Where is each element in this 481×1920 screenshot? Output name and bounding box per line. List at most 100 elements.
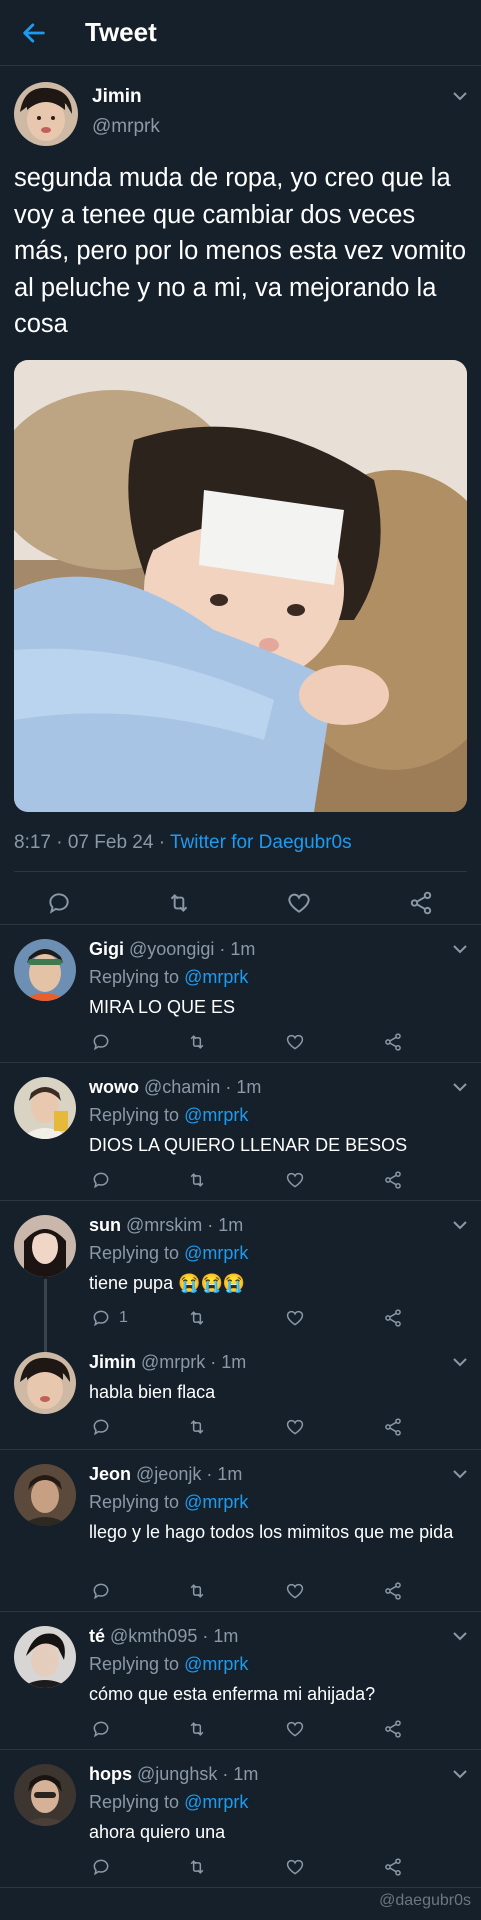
- like-icon[interactable]: [285, 1032, 305, 1052]
- reply-time: · 1m: [214, 939, 256, 959]
- reply-author-name[interactable]: Jeon: [89, 1464, 131, 1484]
- reply-tweet[interactable]: té @kmth095 · 1m Replying to @mrprk cómo…: [0, 1612, 481, 1750]
- retweet-icon[interactable]: [187, 1170, 207, 1190]
- reply-icon[interactable]: [91, 1308, 111, 1328]
- reply-author-name[interactable]: wowo: [89, 1077, 139, 1097]
- reply-author-handle[interactable]: @kmth095: [110, 1626, 197, 1646]
- retweet-icon[interactable]: [187, 1719, 207, 1739]
- chevron-down-icon[interactable]: [452, 90, 468, 102]
- reply-author-name[interactable]: Gigi: [89, 939, 124, 959]
- avatar[interactable]: [14, 1352, 76, 1414]
- reply-time: · 1m: [197, 1626, 239, 1646]
- reply-actions: 1: [89, 1308, 419, 1332]
- reply-author-handle[interactable]: @yoongigi: [129, 939, 214, 959]
- watermark: @daegubr0s: [379, 1892, 471, 1909]
- reply-mention-link[interactable]: @mrprk: [184, 967, 248, 987]
- share-icon[interactable]: [383, 1857, 403, 1877]
- reply-header: Jeon @jeonjk · 1m: [89, 1464, 242, 1485]
- tweet-source-link[interactable]: Twitter for Daegubr0s: [170, 832, 352, 853]
- reply-icon[interactable]: [91, 1581, 111, 1601]
- reply-author-handle[interactable]: @mrskim: [126, 1215, 202, 1235]
- replying-to-label: Replying to: [89, 1792, 185, 1812]
- reply-mention-link[interactable]: @mrprk: [184, 1654, 248, 1674]
- reply-mention-link[interactable]: @mrprk: [184, 1492, 248, 1512]
- reply-author-name[interactable]: hops: [89, 1764, 132, 1784]
- reply-tweet[interactable]: Jimin @mrprk · 1m habla bien flaca: [0, 1338, 481, 1450]
- share-icon[interactable]: [383, 1417, 403, 1437]
- author-handle[interactable]: @mrprk: [92, 116, 160, 138]
- reply-text: ahora quiero una: [89, 1822, 226, 1842]
- avatar[interactable]: [14, 1464, 76, 1526]
- reply-author-name[interactable]: té: [89, 1626, 105, 1646]
- page-title: Tweet: [85, 17, 157, 47]
- reply-author-name[interactable]: Jimin: [89, 1352, 136, 1372]
- like-icon[interactable]: [285, 1857, 305, 1877]
- reply-mention-link[interactable]: @mrprk: [184, 1792, 248, 1812]
- avatar[interactable]: [14, 1626, 76, 1688]
- share-icon[interactable]: [383, 1032, 403, 1052]
- reply-text: cómo que esta enferma mi ahijada?: [89, 1684, 376, 1704]
- reply-author-handle[interactable]: @mrprk: [141, 1352, 205, 1372]
- share-icon[interactable]: [408, 890, 434, 916]
- reply-time: · 1m: [217, 1764, 259, 1784]
- reply-author-handle[interactable]: @junghsk: [137, 1764, 217, 1784]
- tweet-photo[interactable]: [14, 360, 467, 812]
- reply-icon[interactable]: [91, 1170, 111, 1190]
- reply-actions: [89, 1581, 419, 1605]
- share-icon[interactable]: [383, 1170, 403, 1190]
- reply-actions: [89, 1417, 419, 1441]
- replying-to-label: Replying to: [89, 1654, 185, 1674]
- reply-tweet[interactable]: sun @mrskim · 1m Replying to @mrprk tien…: [0, 1201, 481, 1359]
- avatar[interactable]: [14, 1215, 76, 1277]
- chevron-down-icon[interactable]: [452, 1219, 468, 1231]
- like-icon[interactable]: [285, 1581, 305, 1601]
- like-icon[interactable]: [285, 1719, 305, 1739]
- share-icon[interactable]: [383, 1308, 403, 1328]
- retweet-icon[interactable]: [187, 1308, 207, 1328]
- reply-icon[interactable]: [91, 1032, 111, 1052]
- like-icon[interactable]: [285, 1417, 305, 1437]
- chevron-down-icon[interactable]: [452, 1768, 468, 1780]
- reply-icon[interactable]: [91, 1857, 111, 1877]
- reply-count: 1: [119, 1309, 128, 1326]
- share-icon[interactable]: [383, 1581, 403, 1601]
- reply-mention-link[interactable]: @mrprk: [184, 1243, 248, 1263]
- reply-time: · 1m: [205, 1352, 247, 1372]
- reply-tweet[interactable]: Gigi @yoongigi · 1m Replying to @mrprk M…: [0, 925, 481, 1063]
- reply-icon[interactable]: [91, 1719, 111, 1739]
- reply-author-name[interactable]: sun: [89, 1215, 121, 1235]
- chevron-down-icon[interactable]: [452, 1468, 468, 1480]
- reply-mention-link[interactable]: @mrprk: [184, 1105, 248, 1125]
- reply-author-handle[interactable]: @jeonjk: [136, 1464, 201, 1484]
- share-icon[interactable]: [383, 1719, 403, 1739]
- reply-header: hops @junghsk · 1m: [89, 1764, 258, 1785]
- reply-header: sun @mrskim · 1m: [89, 1215, 243, 1236]
- retweet-icon[interactable]: [187, 1857, 207, 1877]
- avatar[interactable]: [14, 1764, 76, 1826]
- like-icon[interactable]: [285, 1170, 305, 1190]
- like-icon[interactable]: [285, 1308, 305, 1328]
- arrow-left-icon[interactable]: [20, 19, 48, 47]
- chevron-down-icon[interactable]: [452, 1356, 468, 1368]
- reply-icon[interactable]: [46, 890, 72, 916]
- retweet-icon[interactable]: [187, 1581, 207, 1601]
- reply-tweet[interactable]: wowo @chamin · 1m Replying to @mrprk DIO…: [0, 1063, 481, 1201]
- avatar[interactable]: [14, 939, 76, 1001]
- reply-tweet[interactable]: hops @junghsk · 1m Replying to @mrprk ah…: [0, 1750, 481, 1888]
- retweet-icon[interactable]: [166, 890, 192, 916]
- reply-icon[interactable]: [91, 1417, 111, 1437]
- reply-header: Jimin @mrprk · 1m: [89, 1352, 246, 1373]
- chevron-down-icon[interactable]: [452, 1081, 468, 1093]
- chevron-down-icon[interactable]: [452, 943, 468, 955]
- author-name[interactable]: Jimin: [92, 86, 142, 108]
- replying-to-label: Replying to: [89, 1105, 185, 1125]
- reply-author-handle[interactable]: @chamin: [144, 1077, 220, 1097]
- retweet-icon[interactable]: [187, 1417, 207, 1437]
- reply-tweet[interactable]: Jeon @jeonjk · 1m Replying to @mrprk lle…: [0, 1450, 481, 1612]
- like-icon[interactable]: [286, 890, 312, 916]
- chevron-down-icon[interactable]: [452, 1630, 468, 1642]
- reply-text: tiene pupa 😭😭😭: [89, 1273, 246, 1293]
- avatar[interactable]: [14, 82, 78, 146]
- avatar[interactable]: [14, 1077, 76, 1139]
- retweet-icon[interactable]: [187, 1032, 207, 1052]
